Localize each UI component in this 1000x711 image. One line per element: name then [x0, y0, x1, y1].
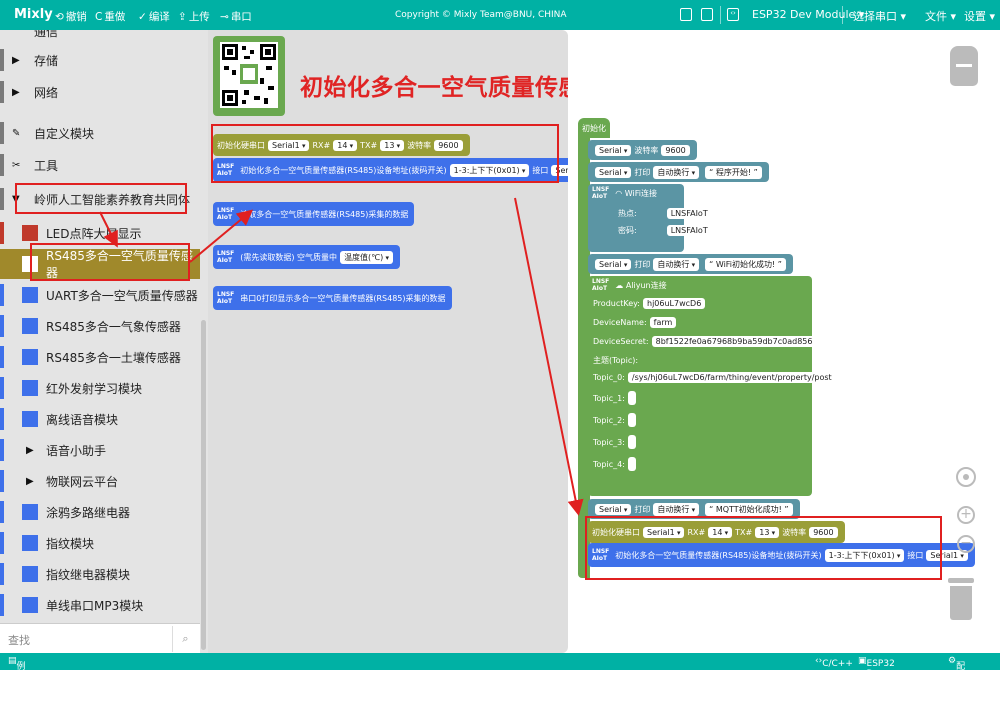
status-bar: ▤ 例程 ‹› C/C++ ▣ ESP32 Dev Module ⚙ 配置板卡 — [0, 653, 1000, 711]
board-indicator[interactable]: ▣ ESP32 Dev Module — [858, 656, 899, 689]
config-board-button[interactable]: ⚙ 配置板卡 — [948, 656, 965, 711]
examples-link[interactable]: ▤ 例程 — [8, 656, 26, 685]
language-indicator[interactable]: ‹› C/C++ — [815, 656, 853, 669]
annotation-arrows — [99, 197, 584, 516]
